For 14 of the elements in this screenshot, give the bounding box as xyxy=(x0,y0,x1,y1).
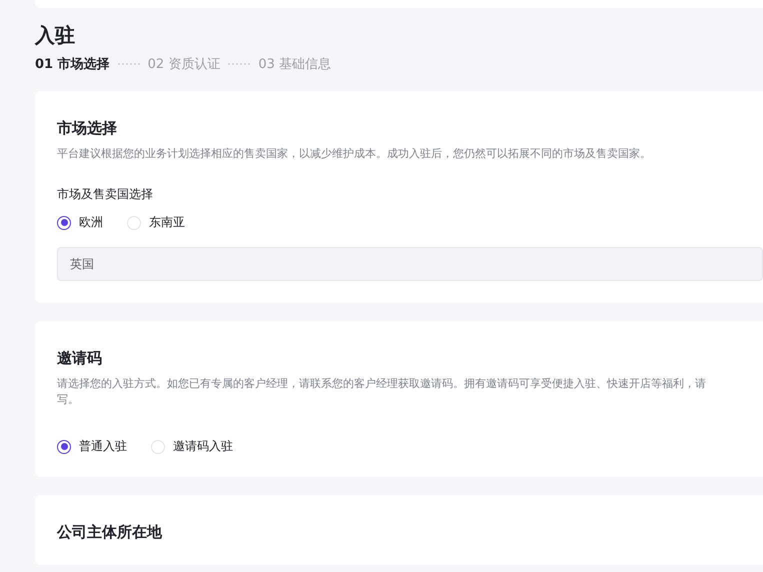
country-select[interactable]: 英国 xyxy=(57,247,763,281)
section-title: 市场选择 xyxy=(57,118,118,139)
field-label: 市场及售卖国选择 xyxy=(57,186,154,202)
section-title: 邀请码 xyxy=(57,348,103,369)
section-title: 公司主体所在地 xyxy=(57,522,164,543)
page-title: 入驻 xyxy=(35,22,76,49)
radio-option[interactable]: 东南亚 xyxy=(127,214,185,231)
section-description: 平台建议根据您的业务计划选择相应的售卖国家，以减少维护成本。成功入驻后，您仍然可以拓展不同的市场及售卖国家。 xyxy=(57,146,652,162)
section-description: 写。 xyxy=(57,392,80,408)
step-label[interactable]: 01 市场选择 xyxy=(35,55,110,73)
section-description: 请选择您的入驻方式。如您已有专属的客户经理，请联系您的客户经理获取邀请码。拥有邀请码可享受便捷入驻、快速开店等福利，请 xyxy=(57,376,707,392)
radio-option[interactable]: 欧洲 xyxy=(57,214,103,231)
radio-option[interactable]: 邀请码入驻 xyxy=(151,438,233,455)
radio-option[interactable]: 普通入驻 xyxy=(57,438,127,455)
